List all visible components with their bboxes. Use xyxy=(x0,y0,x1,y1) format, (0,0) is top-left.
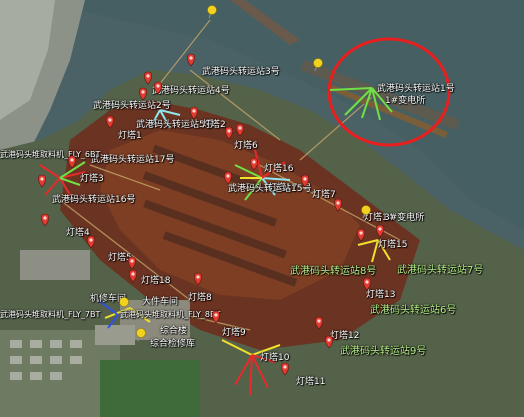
label-station-15[interactable]: 武港码头转运站15号 xyxy=(228,184,311,194)
label-lamp-8[interactable]: 灯塔8 xyxy=(188,293,212,303)
port-map[interactable]: 武港码头转运站3号 武港码头转运站4号 武港码头转运站2号 武港码头转运站5号 … xyxy=(0,0,524,417)
label-lamp-18[interactable]: 灯塔18 xyxy=(141,276,170,286)
label-station-8[interactable]: 武港码头转运站8号 xyxy=(290,267,376,277)
label-station-16[interactable]: 武港码头转运站16号 xyxy=(52,195,135,205)
label-station-6[interactable]: 武港码头转运站6号 xyxy=(370,306,456,316)
label-substation-1[interactable]: 1#变电所 xyxy=(385,96,425,106)
label-lamp-3[interactable]: 灯塔3 xyxy=(80,174,104,184)
label-lamp-6[interactable]: 灯塔6 xyxy=(234,141,258,151)
label-office-building[interactable]: 综合楼 xyxy=(160,326,187,336)
label-lamp-11[interactable]: 灯塔11 xyxy=(296,377,325,387)
label-lamp-2[interactable]: 灯塔2 xyxy=(202,120,226,130)
label-station-9[interactable]: 武港码头转运站9号 xyxy=(340,347,426,357)
label-lamp-15[interactable]: 灯塔15 xyxy=(378,240,407,250)
label-lamp-10[interactable]: 灯塔10 xyxy=(260,353,289,363)
label-lamp-12[interactable]: 灯塔12 xyxy=(330,331,359,341)
label-lamp-4[interactable]: 灯塔4 xyxy=(66,228,90,238)
label-large-parts-workshop[interactable]: 大件车间 xyxy=(142,297,178,307)
label-station-1[interactable]: 武港码头转运站1号 xyxy=(377,84,455,94)
label-lamp-1[interactable]: 灯塔1 xyxy=(118,131,142,141)
label-stacker-8bt[interactable]: 武港码头堆取料机_FLY_8BT xyxy=(120,310,220,320)
label-station-17[interactable]: 武港码头转运站17号 xyxy=(91,155,174,165)
label-lamp-13[interactable]: 灯塔13 xyxy=(366,290,395,300)
label-station-2[interactable]: 武港码头转运站2号 xyxy=(93,101,171,111)
label-lamp-5[interactable]: 灯塔5 xyxy=(108,253,132,263)
label-lamp-9[interactable]: 灯塔9 xyxy=(222,328,246,338)
label-repair-workshop[interactable]: 机修车间 xyxy=(90,294,126,304)
label-maintenance-depot[interactable]: 综合检修库 xyxy=(150,339,195,349)
label-lamp-7[interactable]: 灯塔7 xyxy=(312,190,336,200)
label-stacker-6bt[interactable]: 武港码头堆取料机_FLY_6BT xyxy=(0,150,100,160)
label-station-4[interactable]: 武港码头转运站4号 xyxy=(152,86,230,96)
label-lamp-16[interactable]: 灯塔16 xyxy=(264,164,293,174)
label-station-3[interactable]: 武港码头转运站3号 xyxy=(202,67,280,77)
label-stacker-7bt[interactable]: 武港码头堆取料机_FLY_7BT xyxy=(0,310,100,320)
label-station-7[interactable]: 武港码头转运站7号 xyxy=(397,266,483,276)
label-substation-3[interactable]: 3#变电所 xyxy=(384,213,424,223)
